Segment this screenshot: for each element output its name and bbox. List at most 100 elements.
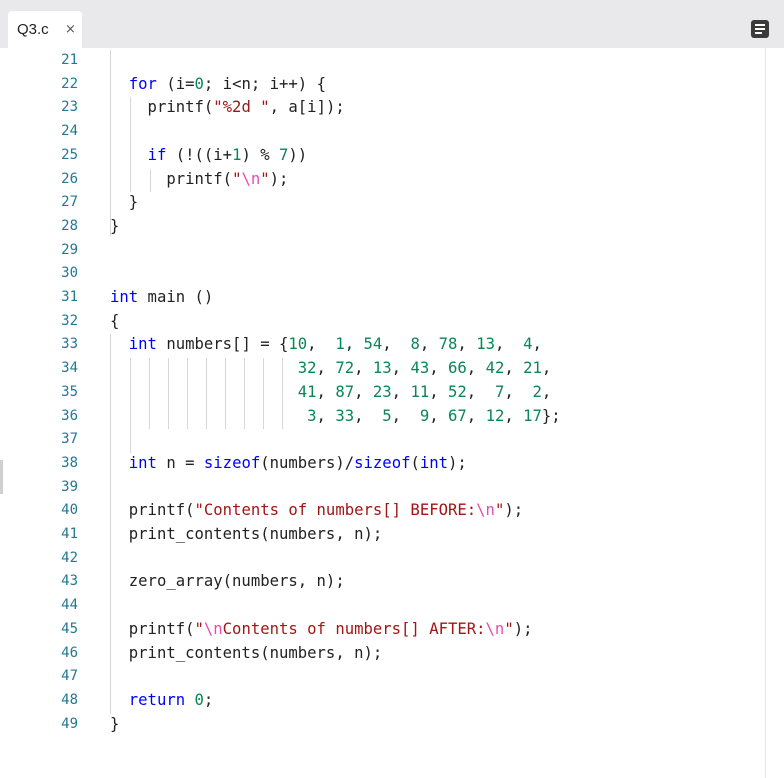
indent-guide (244, 358, 245, 430)
code-token: \n (485, 619, 505, 638)
code-token: , (391, 406, 420, 425)
code-token: , (504, 359, 524, 378)
code-token: 1 (335, 335, 345, 354)
code-token: 66 (448, 359, 467, 378)
code-token: , (354, 382, 373, 401)
code-token: (numbers)/ (260, 453, 355, 472)
code-line: print_contents(numbers, n); (110, 644, 383, 662)
menu-icon-line (755, 24, 765, 26)
code-token: int (419, 453, 449, 472)
line-number: 34 (61, 360, 78, 377)
code-token: ; (203, 690, 214, 709)
indent-guide (282, 358, 283, 430)
close-icon[interactable]: × (65, 22, 76, 37)
indent-guide (206, 358, 207, 430)
code-token: 33 (335, 406, 355, 425)
indent-guide (168, 358, 169, 430)
code-token: 21 (523, 359, 542, 378)
code-token: 12 (485, 406, 505, 425)
code-token: 9 (419, 406, 430, 425)
indent-guide (110, 334, 111, 714)
code-line: 41, 87, 23, 11, 52, 7, 2, (110, 382, 552, 401)
code-line: } (110, 217, 119, 235)
line-number: 26 (61, 170, 78, 187)
line-number: 41 (61, 526, 78, 542)
code-token: , (494, 335, 524, 354)
code-token: , (344, 335, 364, 354)
indent-guide (110, 50, 111, 236)
code-token: 7 (279, 145, 289, 164)
code-token: \n (203, 619, 223, 638)
line-number: 36 (61, 407, 78, 424)
code-token: for (128, 74, 157, 93)
code-line: if (!((i+1) % 7)) (110, 145, 308, 164)
line-number: 22 (61, 75, 78, 92)
tab-label: Q3.c (17, 21, 49, 38)
code-token: 17 (523, 406, 542, 425)
line-number: 43 (61, 573, 78, 590)
code-token: } (110, 216, 120, 235)
indent-guide (149, 358, 150, 430)
code-token: ( (410, 453, 420, 472)
code-token: , a[i]); (269, 98, 345, 117)
line-number: 48 (61, 691, 78, 708)
tab-q3c[interactable]: Q3.c × (8, 11, 82, 48)
code-token: 0 (194, 74, 204, 93)
code-line: int n = sizeof(numbers)/sizeof(int); (110, 454, 467, 472)
code-token: , (382, 335, 411, 354)
indent-guide (263, 358, 264, 430)
code-token: , (466, 359, 486, 378)
line-number: 44 (61, 597, 78, 614)
code-line: print_contents(numbers, n); (110, 525, 383, 543)
code-token: Contents of numbers[] AFTER: (222, 619, 486, 638)
menu-icon[interactable] (751, 20, 769, 38)
code-token: 11 (410, 382, 430, 401)
code-token: ) % (241, 145, 280, 164)
code-editor[interactable]: 21 22 23 24 25 26 27 28 29 30 31 32 33 34 35 36 37 38 39 40… (0, 48, 784, 778)
code-token: 13 (476, 335, 495, 354)
code-line: 3, 33, 5, 9, 67, 12, 17}; (110, 407, 561, 425)
code-token: 42 (485, 359, 505, 378)
tab-bar: Q3.c × (0, 0, 784, 48)
code-token: , (532, 335, 542, 354)
code-token: , (316, 359, 336, 378)
code-token: , (391, 359, 411, 378)
code-token: "Contents of numbers[] BEFORE: (194, 501, 477, 520)
line-number: 23 (61, 99, 78, 116)
code-token: , (391, 382, 411, 401)
code-token: "%2d " (213, 98, 270, 117)
code-token: 43 (410, 359, 430, 378)
code-line: printf("\n"); (110, 170, 288, 188)
code-token: , (354, 406, 383, 425)
code-token: , (457, 335, 477, 354)
code-line: } (110, 193, 138, 211)
code-token: int (128, 335, 157, 354)
code-line: return 0; (110, 690, 214, 709)
code-line: { (110, 312, 119, 330)
code-token: 0 (194, 690, 204, 709)
code-token: int (110, 288, 139, 306)
code-line: printf("Contents of numbers[] BEFORE:\n"… (110, 501, 523, 519)
code-token: , (316, 406, 336, 425)
code-token: " (494, 501, 505, 520)
scrollbar[interactable] (765, 48, 784, 778)
code-token: printf( (110, 619, 195, 638)
indent-guide (187, 358, 188, 430)
line-number: 39 (61, 478, 78, 495)
indent-guide (130, 358, 131, 430)
code-token: print_contents(numbers, n); (110, 525, 383, 543)
line-number: 28 (61, 217, 78, 234)
code-line: int main () (110, 288, 213, 306)
code-token: zero_array(numbers, n); (110, 572, 345, 591)
code-token: 32 (297, 359, 317, 378)
code-token: 78 (438, 335, 458, 354)
code-token: \n (241, 169, 261, 188)
code-token: 72 (335, 359, 355, 378)
code-token: n = (156, 453, 204, 472)
code-token: , (504, 406, 524, 425)
